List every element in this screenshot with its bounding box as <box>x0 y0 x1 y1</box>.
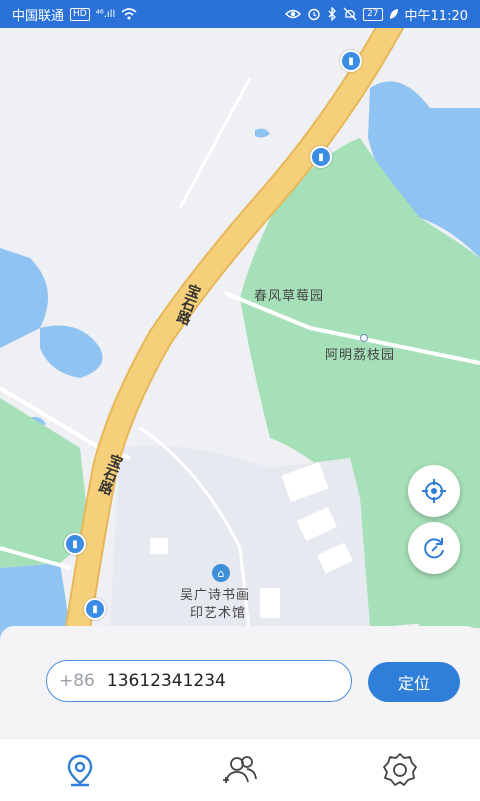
carrier-label: 中国联通 <box>12 8 65 24</box>
tab-bar <box>0 738 480 801</box>
phone-input[interactable]: +86 13612341234 <box>46 660 352 702</box>
phone-number-value[interactable]: 13612341234 <box>107 671 226 691</box>
location-pin-icon <box>67 754 93 787</box>
bus-stop-icon[interactable]: ▮ <box>310 146 332 168</box>
museum-icon[interactable]: ⌂ <box>212 564 230 582</box>
leaf-icon <box>389 9 398 19</box>
country-code[interactable]: +86 <box>59 671 95 691</box>
wifi-icon <box>121 8 137 20</box>
bottom-panel: +86 13612341234 定位 <box>0 626 480 738</box>
status-bar: 中国联通 HD ⁴⁶.ıll 27 中午11:20 <box>0 0 480 28</box>
clock: 中午11:20 <box>404 8 468 24</box>
refresh-icon <box>424 538 444 559</box>
signal-icon: ⁴⁶.ıll <box>95 8 116 20</box>
battery-indicator: 27 <box>363 7 383 21</box>
tab-settings[interactable] <box>370 740 430 800</box>
refresh-button[interactable] <box>408 522 460 574</box>
poi-pin-icon <box>360 334 368 342</box>
alarm-icon <box>308 8 320 21</box>
mute-icon <box>343 7 357 21</box>
bus-stop-icon[interactable]: ▮ <box>84 598 106 620</box>
locate-button[interactable]: 定位 <box>368 662 460 702</box>
tab-contacts[interactable] <box>210 740 270 800</box>
poi-label[interactable]: 吴广诗书画 <box>180 584 250 603</box>
bus-stop-icon[interactable]: ▮ <box>340 50 362 72</box>
bus-stop-icon[interactable]: ▮ <box>64 533 86 555</box>
hd-badge: HD <box>70 7 90 21</box>
contacts-icon <box>223 756 257 783</box>
tab-location[interactable] <box>50 740 110 800</box>
settings-icon <box>383 753 417 786</box>
eye-icon <box>285 9 302 19</box>
poi-label[interactable]: 阿明荔枝园 <box>325 344 395 363</box>
poi-label[interactable]: 印艺术馆 <box>190 602 246 621</box>
bluetooth-icon <box>328 7 336 21</box>
locate-me-button[interactable] <box>408 465 460 517</box>
poi-label[interactable]: 春风草莓园 <box>254 285 324 304</box>
crosshair-icon <box>422 479 446 503</box>
